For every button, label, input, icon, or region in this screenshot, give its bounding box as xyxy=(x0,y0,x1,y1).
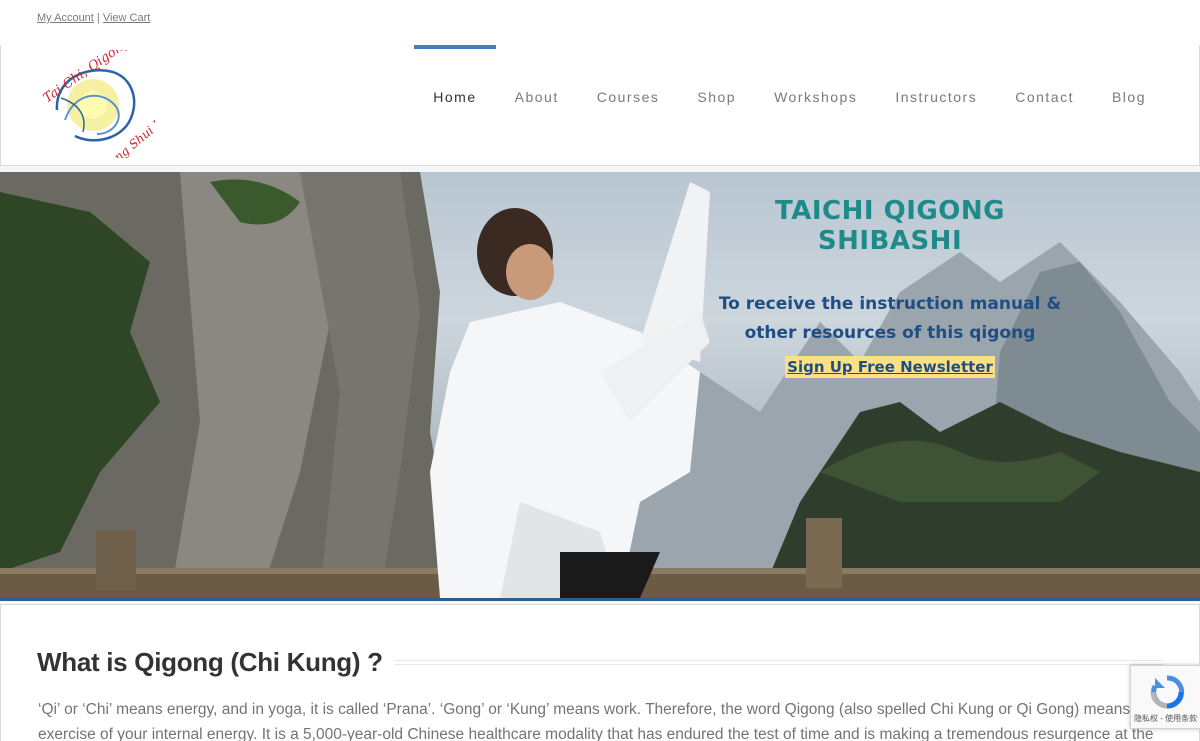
main-content: What is Qigong (Chi Kung) ? ‘Qi’ or ‘Chi… xyxy=(0,604,1200,741)
nav-item-courses[interactable]: Courses xyxy=(578,45,679,149)
recaptcha-badge[interactable]: 隐私权 - 使用条款 xyxy=(1130,665,1200,729)
top-bar: My Account | View Cart xyxy=(0,0,1200,46)
main-nav: Home About Courses Shop Workshops Instru… xyxy=(414,45,1165,149)
newsletter-signup-link[interactable]: Sign Up Free Newsletter xyxy=(785,356,995,378)
paragraph-line-1: ‘Qi’ or ‘Chi’ means energy, and in yoga,… xyxy=(38,701,1156,718)
nav-item-shop[interactable]: Shop xyxy=(678,45,755,149)
nav-item-contact[interactable]: Contact xyxy=(996,45,1093,149)
nav-label: Instructors xyxy=(895,89,978,105)
nav-item-blog[interactable]: Blog xyxy=(1093,45,1165,149)
recaptcha-terms[interactable]: 隐私权 - 使用条款 xyxy=(1134,713,1197,724)
paragraph-line-2: exercise of your internal energy. It is … xyxy=(38,726,1154,741)
hero-subtitle: To receive the instruction manual & othe… xyxy=(700,290,1080,348)
site-header: Tai Chi, Qigong & Feng Shui Institute Ho… xyxy=(0,26,1200,174)
nav-label: About xyxy=(514,89,559,105)
hero-text-block: TAICHI QIGONG SHIBASHI To receive the in… xyxy=(700,196,1080,378)
section-title: What is Qigong (Chi Kung) ? xyxy=(37,647,383,677)
my-account-link[interactable]: My Account xyxy=(37,12,94,24)
nav-label: Home xyxy=(433,89,477,105)
hero-banner: TAICHI QIGONG SHIBASHI To receive the in… xyxy=(0,172,1200,601)
hero-title: TAICHI QIGONG SHIBASHI xyxy=(775,196,1005,256)
hero-subtitle-line-1: To receive the instruction manual & xyxy=(718,294,1062,314)
nav-label: Workshops xyxy=(774,89,858,105)
section-heading-row: What is Qigong (Chi Kung) ? xyxy=(37,647,1163,678)
view-cart-link[interactable]: View Cart xyxy=(103,12,150,24)
nav-item-about[interactable]: About xyxy=(496,45,578,149)
link-separator: | xyxy=(96,12,100,24)
hero-subtitle-line-2: other resources of this qigong xyxy=(744,323,1036,343)
intro-paragraph: ‘Qi’ or ‘Chi’ means energy, and in yoga,… xyxy=(38,697,1168,741)
heading-separator xyxy=(394,660,1163,665)
nav-item-workshops[interactable]: Workshops xyxy=(755,45,876,149)
recaptcha-icon xyxy=(1150,675,1185,709)
nav-label: Contact xyxy=(1015,89,1074,105)
account-links: My Account | View Cart xyxy=(37,12,150,24)
nav-label: Blog xyxy=(1111,89,1146,105)
nav-item-instructors[interactable]: Instructors xyxy=(876,45,996,149)
nav-label: Courses xyxy=(596,89,660,105)
nav-item-home[interactable]: Home xyxy=(414,45,497,149)
nav-label: Shop xyxy=(697,89,737,105)
site-logo[interactable]: Tai Chi, Qigong & Feng Shui Institute xyxy=(35,26,199,174)
